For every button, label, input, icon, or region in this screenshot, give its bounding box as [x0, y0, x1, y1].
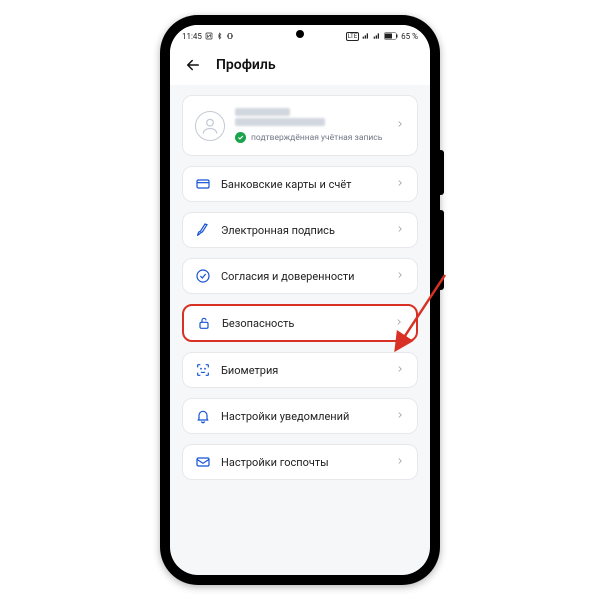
menu-item-consents[interactable]: Согласия и доверенности: [182, 258, 418, 294]
menu-label: Электронная подпись: [221, 224, 335, 237]
status-bar: 11:45 LTE 65 %: [170, 25, 430, 45]
card-icon: [195, 176, 211, 192]
menu-label: Безопасность: [222, 317, 294, 330]
lock-icon: [196, 315, 212, 331]
nfc-icon: [205, 32, 213, 40]
content: подтверждённая учётная запись Банковские…: [170, 85, 430, 480]
verified-label: подтверждённая учётная запись: [251, 133, 382, 143]
menu-item-security[interactable]: Безопасность: [182, 304, 418, 342]
user-card[interactable]: подтверждённая учётная запись: [182, 95, 418, 156]
menu-item-bank-cards[interactable]: Банковские карты и счёт: [182, 166, 418, 202]
menu-item-notifications[interactable]: Настройки уведомлений: [182, 398, 418, 434]
signature-icon: [195, 222, 211, 238]
volte-icon: LTE: [346, 32, 359, 41]
chevron-right-icon: [394, 317, 404, 330]
verified-check-icon: [235, 132, 246, 143]
check-circle-icon: [195, 268, 211, 284]
page-title: Профиль: [216, 57, 276, 73]
menu-label: Настройки уведомлений: [221, 410, 349, 423]
screen: 11:45 LTE 65 % Профиль: [170, 25, 430, 575]
menu-label: Банковские карты и счёт: [221, 178, 351, 191]
mail-icon: [195, 454, 211, 470]
bell-icon: [195, 408, 211, 424]
app-header: Профиль: [170, 45, 430, 85]
menu-item-biometrics[interactable]: Биометрия: [182, 352, 418, 388]
front-camera: [296, 30, 304, 38]
vibrate-icon: [226, 32, 234, 40]
back-icon[interactable]: [184, 56, 202, 74]
chevron-right-icon: [395, 119, 405, 132]
chevron-right-icon: [395, 456, 405, 469]
status-time: 11:45: [182, 32, 202, 41]
battery-percent: 65 %: [401, 32, 418, 41]
signal-icon-2: [373, 32, 381, 40]
menu-item-govmail[interactable]: Настройки госпочты: [182, 444, 418, 480]
chevron-right-icon: [395, 224, 405, 237]
menu-label: Биометрия: [221, 364, 278, 377]
menu-label: Настройки госпочты: [221, 456, 329, 469]
chevron-right-icon: [395, 270, 405, 283]
user-info: подтверждённая учётная запись: [235, 108, 385, 143]
menu-item-signature[interactable]: Электронная подпись: [182, 212, 418, 248]
avatar-icon: [195, 111, 225, 141]
chevron-right-icon: [395, 364, 405, 377]
battery-icon: [384, 32, 398, 40]
bluetooth-icon: [216, 32, 223, 40]
user-name-blurred: [235, 108, 290, 116]
menu-label: Согласия и доверенности: [221, 270, 355, 283]
phone-frame: 11:45 LTE 65 % Профиль: [160, 15, 440, 585]
face-id-icon: [195, 362, 211, 378]
user-fullname-blurred: [235, 118, 325, 126]
chevron-right-icon: [395, 178, 405, 191]
chevron-right-icon: [395, 410, 405, 423]
signal-icon: [362, 32, 370, 40]
